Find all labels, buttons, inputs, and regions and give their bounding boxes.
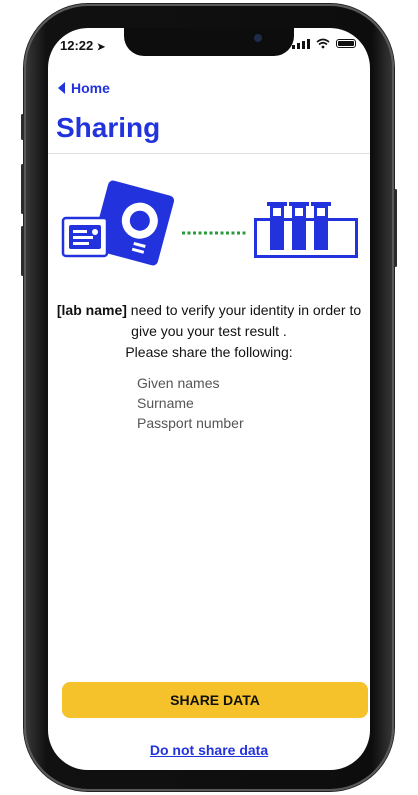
back-label: Home <box>71 80 110 96</box>
lab-name: [lab name] <box>56 302 127 318</box>
status-time: 12:22 ➤ <box>60 38 106 53</box>
verification-message: [lab name] need to verify your identity … <box>56 300 362 363</box>
back-button[interactable]: Home <box>58 80 110 96</box>
divider <box>48 153 370 154</box>
list-item: Passport number <box>137 415 244 431</box>
screen: 12:22 ➤ Home Sharing [lab name] need to … <box>48 28 370 770</box>
share-instruction: Please share the following: <box>125 344 293 360</box>
share-data-button[interactable]: SHARE DATA <box>62 682 368 718</box>
wifi-icon <box>316 38 330 49</box>
do-not-share-link[interactable]: Do not share data <box>48 742 370 758</box>
battery-icon <box>336 39 356 48</box>
requested-fields-list: Given names Surname Passport number <box>137 373 244 433</box>
page-title: Sharing <box>56 112 161 143</box>
test-tubes-icon <box>254 202 358 258</box>
list-item: Surname <box>137 395 194 411</box>
location-arrow-icon: ➤ <box>96 42 106 53</box>
id-card-icon <box>61 180 175 266</box>
verification-text: need to verify your identity in order to… <box>126 302 362 339</box>
list-item: Given names <box>137 375 220 391</box>
notch <box>124 28 294 56</box>
status-icons <box>292 38 356 49</box>
chevron-left-icon <box>58 82 65 94</box>
signal-icon <box>292 38 310 49</box>
illustration <box>61 180 358 266</box>
